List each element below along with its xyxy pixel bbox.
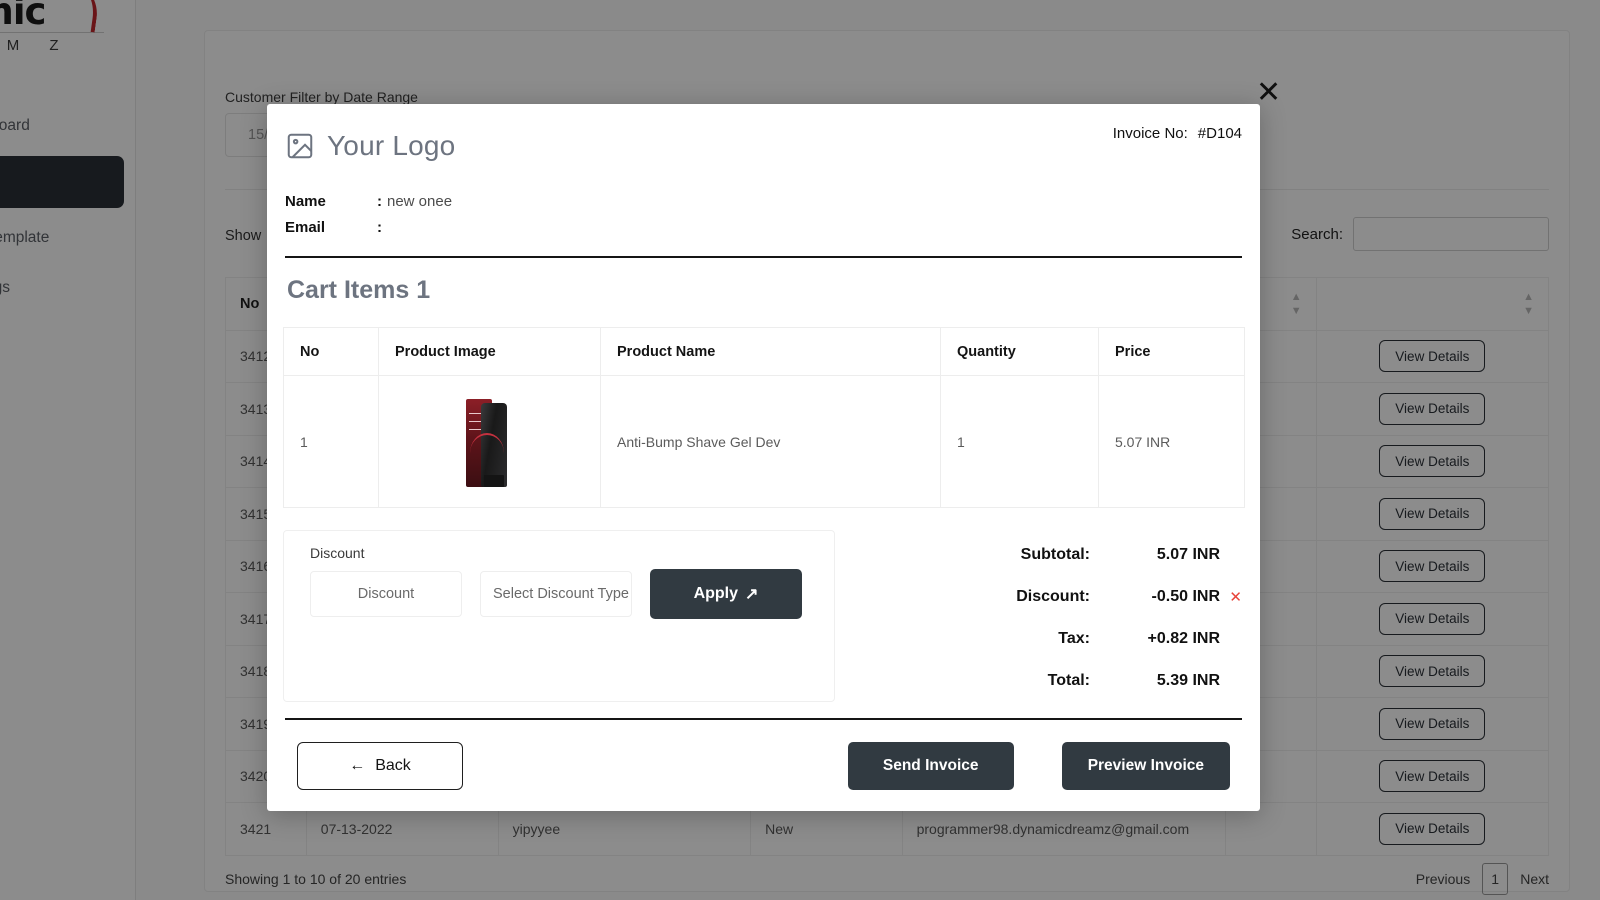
cart-header-row: No Product Image Product Name Quantity P… (284, 328, 1245, 376)
field-separator: : (377, 193, 387, 210)
preview-invoice-button[interactable]: Preview Invoice (1062, 742, 1230, 790)
back-label: Back (375, 757, 411, 775)
cart-row: 1 Anti-Bump Shave Gel Dev 1 5.07 INR (284, 376, 1245, 508)
total-label: Subtotal: (871, 546, 1108, 564)
arrow-left-icon: ← (349, 757, 365, 775)
total-value: +0.82 INR (1108, 630, 1220, 648)
cart-cell-no: 1 (284, 376, 379, 508)
cart-cell-qty: 1 (941, 376, 1099, 508)
cart-section: No Product Image Product Name Quantity P… (267, 327, 1260, 790)
logo-text: Your Logo (327, 130, 455, 162)
cart-col-no: No (284, 328, 379, 376)
total-row-total: Total: 5.39 INR (871, 660, 1242, 702)
cart-cell-price: 5.07 INR (1099, 376, 1245, 508)
cart-col-product-image: Product Image (379, 328, 601, 376)
cart-col-quantity: Quantity (941, 328, 1099, 376)
total-value: 5.39 INR (1108, 672, 1220, 690)
total-row-subtotal: Subtotal: 5.07 INR (871, 534, 1242, 576)
discount-label: Discount (310, 545, 808, 561)
arrow-up-right-icon: ↗ (745, 584, 758, 604)
total-row-tax: Tax: +0.82 INR (871, 618, 1242, 660)
cart-cell-image (379, 376, 601, 508)
total-label: Discount: (871, 588, 1108, 606)
field-value: new onee (387, 193, 452, 210)
invoice-number-label: Invoice No: (1113, 125, 1188, 142)
total-row-discount: Discount: -0.50 INR ✕ (871, 576, 1242, 618)
totals-panel: Subtotal: 5.07 INR Discount: -0.50 INR ✕… (835, 530, 1244, 702)
invoice-number-value: #D104 (1198, 125, 1242, 142)
apply-label: Apply (694, 585, 738, 603)
image-placeholder-icon (285, 131, 315, 161)
apply-discount-button[interactable]: Apply ↗ (650, 569, 802, 619)
invoice-number: Invoice No: #D104 (1113, 125, 1242, 142)
cart-col-product-name: Product Name (601, 328, 941, 376)
modal-actions: ← Back Send Invoice Preview Invoice (283, 742, 1244, 790)
cart-cell-name: Anti-Bump Shave Gel Dev (601, 376, 941, 508)
field-label: Email (285, 219, 377, 236)
cart-items-title: Cart Items 1 (285, 258, 1242, 305)
close-icon[interactable]: ✕ (1256, 80, 1281, 106)
logo-block: Your Logo (285, 130, 1242, 162)
customer-details: Name : new onee Email : (285, 188, 1242, 240)
cart-col-price: Price (1099, 328, 1245, 376)
total-value: 5.07 INR (1108, 546, 1220, 564)
product-thumbnail (466, 397, 514, 487)
footer-divider (285, 718, 1242, 720)
field-separator: : (377, 219, 387, 236)
field-label: Name (285, 193, 377, 210)
discount-amount-input[interactable]: Discount (310, 571, 462, 617)
field-name: Name : new onee (285, 188, 1242, 214)
chevron-down-icon: ⌄ (629, 586, 632, 602)
total-label: Tax: (871, 630, 1108, 648)
discount-type-select[interactable]: Select Discount Type ⌄ (480, 571, 632, 617)
invoice-modal: Your Logo Invoice No: #D104 Name : new on… (267, 104, 1260, 811)
back-button[interactable]: ← Back (297, 742, 463, 790)
discount-type-value: Select Discount Type (493, 586, 629, 602)
cart-table: No Product Image Product Name Quantity P… (283, 327, 1245, 508)
discount-controls: Discount Select Discount Type ⌄ Apply ↗ (310, 569, 808, 619)
discount-panel: Discount Discount Select Discount Type ⌄… (283, 530, 835, 702)
send-invoice-button[interactable]: Send Invoice (848, 742, 1014, 790)
total-value: -0.50 INR (1108, 588, 1220, 606)
remove-discount-icon[interactable]: ✕ (1220, 588, 1242, 606)
total-label: Total: (871, 672, 1108, 690)
field-email: Email : (285, 214, 1242, 240)
invoice-header: Your Logo Invoice No: #D104 Name : new on… (267, 104, 1260, 305)
summary-area: Discount Discount Select Discount Type ⌄… (283, 530, 1244, 702)
